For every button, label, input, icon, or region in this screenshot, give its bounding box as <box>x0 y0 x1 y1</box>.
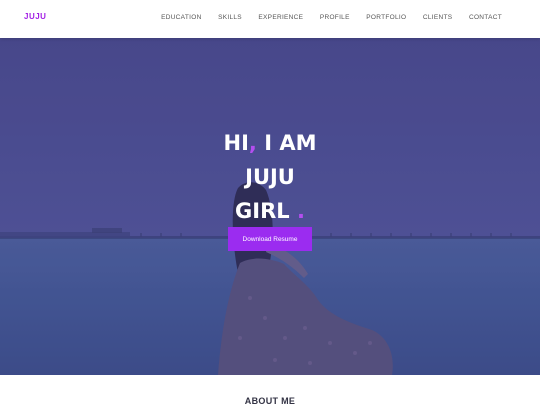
hero-i-am: I AM <box>256 131 317 155</box>
nav-item-experience[interactable]: EXPERIENCE <box>258 14 303 21</box>
hero-hi: HI <box>223 131 249 155</box>
about-section: ABOUT ME <box>0 375 540 406</box>
nav-item-portfolio[interactable]: PORTFOLIO <box>366 14 406 21</box>
nav-item-profile[interactable]: PROFILE <box>320 14 350 21</box>
download-resume-button[interactable]: Download Resume <box>228 227 312 251</box>
nav-item-clients[interactable]: CLIENTS <box>423 14 453 21</box>
nav-item-education[interactable]: EDUCATION <box>161 14 202 21</box>
navbar: JUJU EDUCATION SKILLS EXPERIENCE PROFILE… <box>0 0 540 38</box>
brand-logo[interactable]: JUJU <box>24 12 46 21</box>
hero-dot: . <box>296 199 305 223</box>
hero-line-1: HI, I AM <box>0 126 540 160</box>
hero-girl: GIRL <box>235 199 290 223</box>
main-nav: EDUCATION SKILLS EXPERIENCE PROFILE PORT… <box>145 14 502 21</box>
nav-item-skills[interactable]: SKILLS <box>218 14 242 21</box>
hero-comma: , <box>248 131 257 155</box>
hero-line-3: GIRL . <box>0 194 540 228</box>
hero-line-2: JUJU <box>245 165 295 189</box>
hero-section: HI, I AM JUJU GIRL . Download Resume <box>0 38 540 375</box>
nav-item-contact[interactable]: CONTACT <box>469 14 502 21</box>
hero-heading: HI, I AM JUJU GIRL . <box>0 126 540 228</box>
